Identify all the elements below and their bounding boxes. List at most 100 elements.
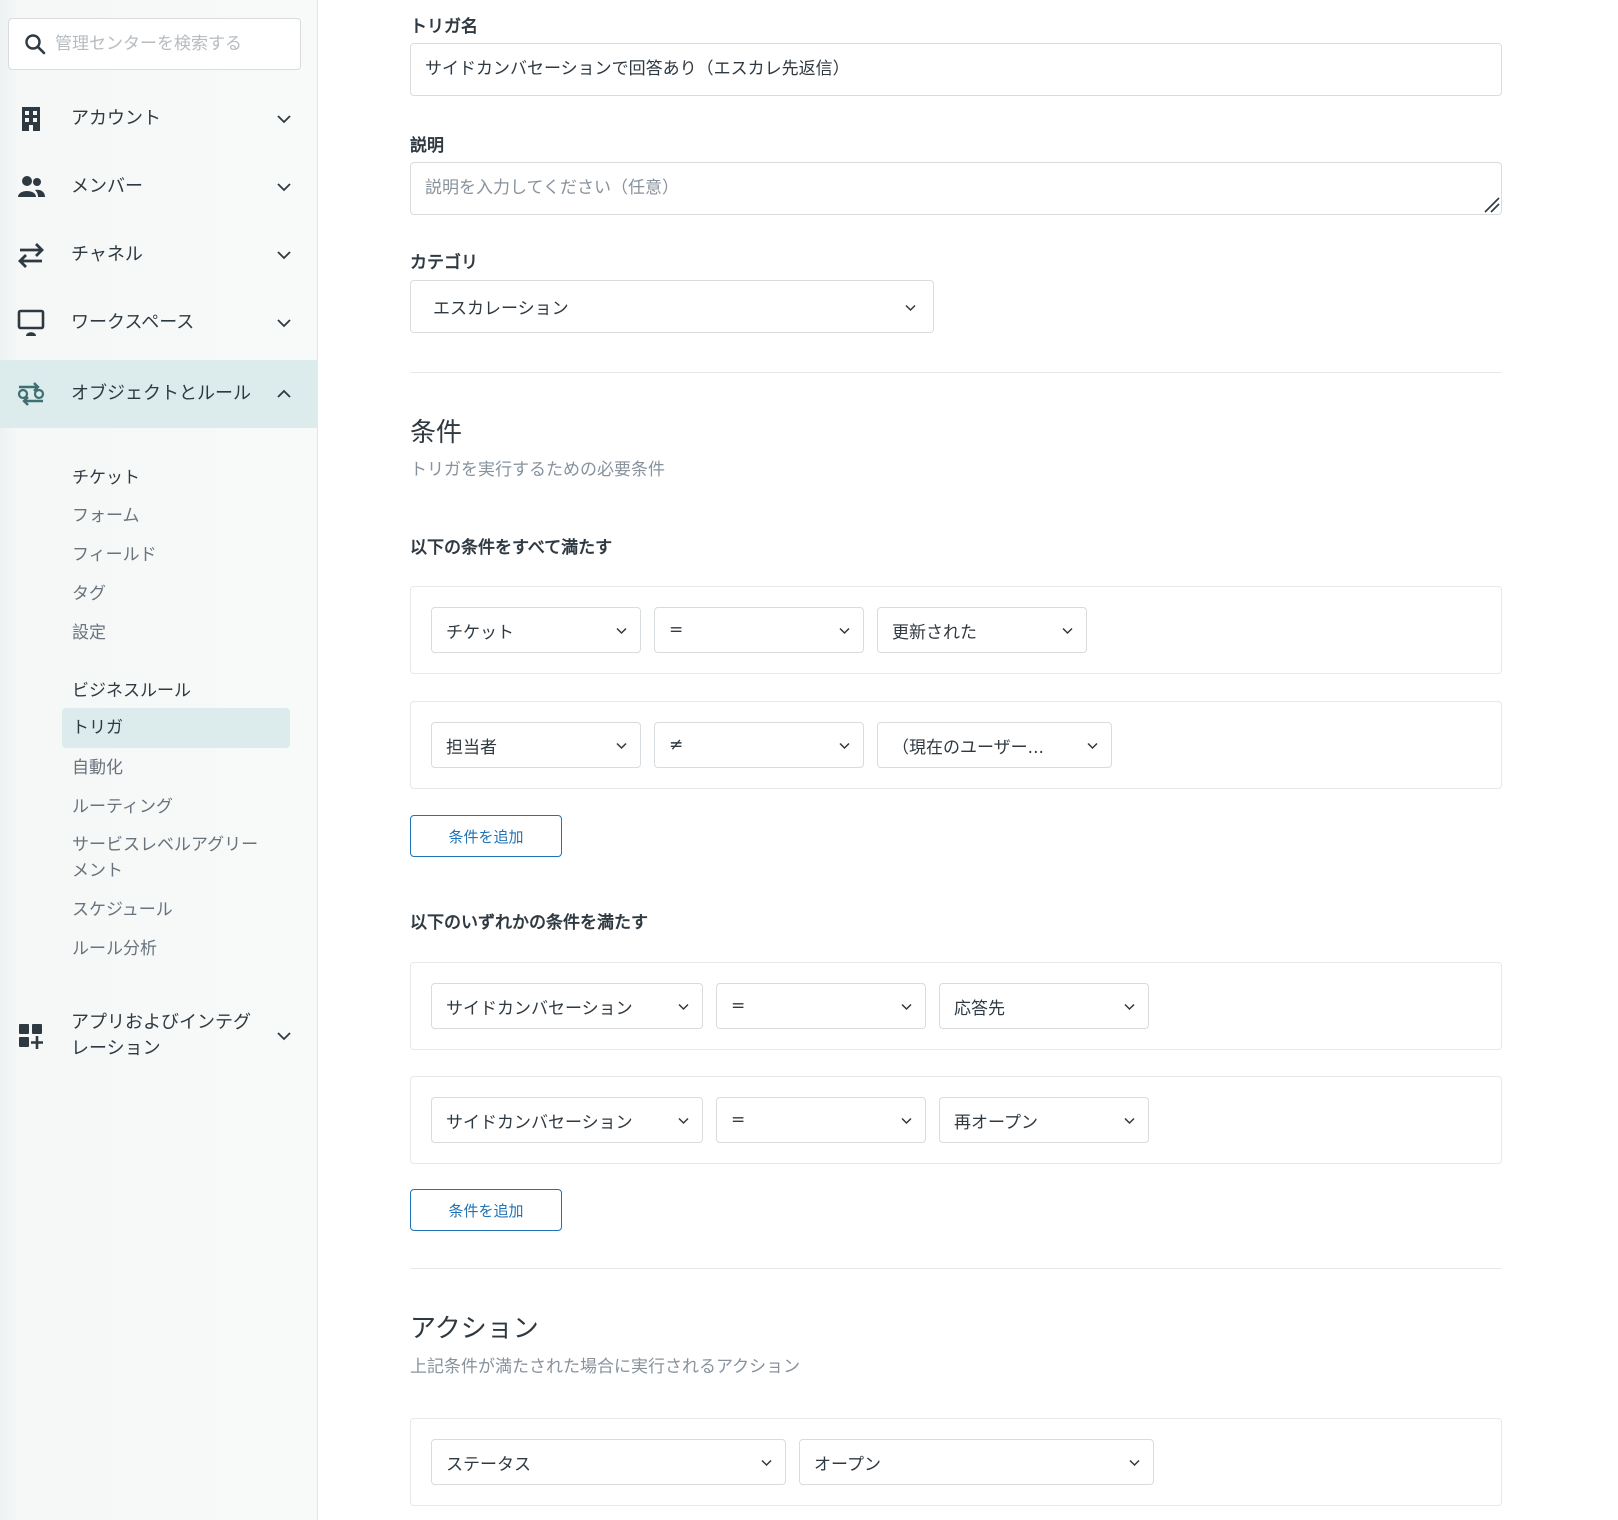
nav-item-account[interactable]: アカウント — [0, 85, 318, 153]
submenu-settings[interactable]: 設定 — [72, 620, 106, 646]
nav-item-channels[interactable]: チャネル — [0, 221, 318, 289]
select-value: = — [731, 996, 746, 1016]
select-value: 担当者 — [446, 737, 497, 758]
conditions-subtitle: トリガを実行するための必要条件 — [410, 460, 665, 480]
add-condition-all-button[interactable]: 条件を追加 — [410, 815, 562, 857]
condition-operator-select[interactable]: = — [716, 983, 926, 1029]
chevron-down-icon — [616, 742, 627, 750]
action-value-select[interactable]: オープン — [799, 1439, 1154, 1485]
select-value: サイドカンバセーション — [446, 998, 633, 1019]
building-icon — [15, 103, 47, 135]
select-value: ステータス — [446, 1454, 531, 1475]
nav-item-apps-integrations[interactable]: アプリおよびインテグ レーション — [0, 1000, 318, 1072]
chevron-down-icon — [901, 1117, 912, 1125]
chevron-down-icon — [1124, 1003, 1135, 1011]
grid-plus-icon — [15, 1020, 47, 1052]
select-value: = — [669, 620, 684, 640]
chevron-down-icon — [277, 183, 291, 192]
submenu-fields[interactable]: フィールド — [72, 542, 157, 568]
condition-operator-select[interactable]: ≠ — [654, 722, 864, 768]
category-value: エスカレーション — [433, 299, 569, 319]
nav-label: メンバー — [71, 176, 143, 197]
chevron-down-icon — [761, 1459, 772, 1467]
nav-label: アプリおよびインテグ レーション — [71, 1012, 251, 1059]
chevron-down-icon — [616, 627, 627, 635]
condition-value-select[interactable]: 更新された — [877, 607, 1087, 653]
conditions-title: 条件 — [410, 418, 463, 448]
select-value: サイドカンバセーション — [446, 1112, 633, 1133]
chevron-down-icon — [678, 1117, 689, 1125]
nav-item-workspace[interactable]: ワークスペース — [0, 289, 318, 357]
select-value: 再オープン — [954, 1112, 1038, 1133]
people-icon — [15, 171, 47, 203]
category-label: カテゴリ — [410, 253, 478, 273]
chevron-up-icon — [277, 389, 291, 398]
trigger-name-label: トリガ名 — [410, 17, 478, 37]
submenu-routing[interactable]: ルーティング — [72, 794, 173, 820]
condition-field-select[interactable]: サイドカンバセーション — [431, 983, 703, 1029]
search-box[interactable] — [8, 18, 301, 70]
nav-item-members[interactable]: メンバー — [0, 153, 318, 221]
condition-value-select[interactable]: （現在のユーザー... — [877, 722, 1112, 768]
description-wrapper — [318, 162, 1618, 215]
condition-value-select[interactable]: 応答先 — [939, 983, 1149, 1029]
chevron-down-icon — [678, 1003, 689, 1011]
all-conditions-title: 以下の条件をすべて満たす — [410, 538, 613, 558]
condition-field-select[interactable]: チケット — [431, 607, 641, 653]
action-field-select[interactable]: ステータス — [431, 1439, 786, 1485]
submenu-business-rules: ビジネスルール — [72, 681, 191, 701]
chevron-down-icon — [839, 742, 850, 750]
search-input[interactable] — [55, 34, 285, 54]
condition-row: サイドカンバセーション = 応答先 — [410, 962, 1502, 1050]
select-value: （現在のユーザー... — [892, 737, 1044, 758]
chevron-down-icon — [1087, 742, 1098, 750]
condition-operator-select[interactable]: = — [716, 1097, 926, 1143]
monitor-icon — [15, 307, 47, 339]
select-value: 更新された — [892, 622, 977, 643]
divider — [410, 372, 1502, 373]
nav-label: ワークスペース — [71, 312, 195, 333]
submenu-tags[interactable]: タグ — [72, 581, 106, 607]
trigger-name-input[interactable]: サイドカンバセーションで回答あり（エスカレ先返信） — [410, 43, 1502, 96]
add-condition-any-button[interactable]: 条件を追加 — [410, 1189, 562, 1231]
nav-item-objects-and-rules[interactable]: オブジェクトとルール — [0, 360, 318, 428]
condition-row: 担当者 ≠ （現在のユーザー... — [410, 701, 1502, 789]
chevron-down-icon — [905, 304, 916, 312]
nav-label: オブジェクトとルール — [71, 383, 251, 404]
search-icon — [25, 34, 46, 55]
condition-field-select[interactable]: サイドカンバセーション — [431, 1097, 703, 1143]
submenu-schedules[interactable]: スケジュール — [72, 897, 173, 923]
select-value: = — [731, 1110, 746, 1130]
submenu-tickets[interactable]: チケット — [72, 465, 140, 491]
submenu-rule-analysis[interactable]: ルール分析 — [72, 936, 157, 962]
chevron-down-icon — [1062, 627, 1073, 635]
select-value: ≠ — [669, 735, 684, 755]
chevron-down-icon — [1129, 1459, 1140, 1467]
nav-label: アカウント — [71, 108, 161, 129]
route-icon — [15, 378, 47, 410]
chevron-down-icon — [277, 115, 291, 124]
chevron-down-icon — [901, 1003, 912, 1011]
divider — [410, 1268, 1502, 1269]
chevron-down-icon — [277, 251, 291, 260]
chevron-down-icon — [1124, 1117, 1135, 1125]
condition-row: チケット = 更新された — [410, 586, 1502, 674]
resize-handle-icon[interactable] — [1482, 195, 1500, 213]
category-select[interactable]: エスカレーション — [410, 280, 934, 333]
chevron-down-icon — [277, 1032, 291, 1041]
any-conditions-title: 以下のいずれかの条件を満たす — [410, 913, 648, 933]
submenu-automations[interactable]: 自動化 — [72, 755, 123, 781]
arrows-exchange-icon — [15, 239, 47, 271]
select-value: チケット — [446, 622, 514, 643]
description-label: 説明 — [410, 136, 444, 156]
condition-field-select[interactable]: 担当者 — [431, 722, 641, 768]
condition-value-select[interactable]: 再オープン — [939, 1097, 1149, 1143]
condition-operator-select[interactable]: = — [654, 607, 864, 653]
nav-label: チャネル — [71, 244, 143, 265]
description-textarea[interactable] — [410, 162, 1502, 215]
submenu-sla[interactable]: サービスレベルアグリー メント — [72, 832, 258, 884]
chevron-down-icon — [839, 627, 850, 635]
submenu-forms[interactable]: フォーム — [72, 503, 140, 529]
submenu-triggers[interactable]: トリガ — [62, 708, 290, 748]
action-row: ステータス オープン — [410, 1418, 1502, 1506]
